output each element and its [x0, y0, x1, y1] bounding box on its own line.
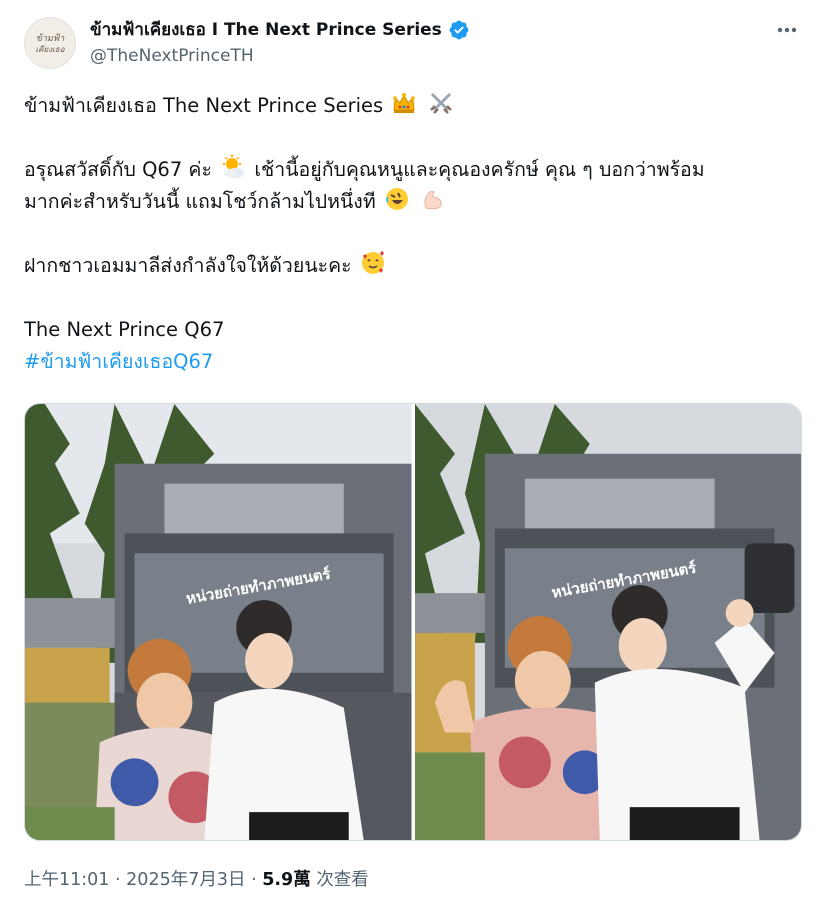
tweet-line: อรุณสวัสดิ์กับ Q67 ค่ะ เช้านี้อยู่กับคุณ…: [24, 154, 804, 186]
author-handle[interactable]: @TheNextPrinceTH: [90, 46, 254, 66]
sun-behind-cloud-emoji-icon: [223, 155, 245, 178]
rolling-laughing-emoji-icon: [385, 188, 408, 210]
media-grid: หน่วยถ่ายทำภาพยนตร์ หน่วยถ่ายทำภาพยนตร์: [24, 403, 802, 841]
tweet-text: ข้ามฟ้าเคียงเธอ The Next Prince Series อ…: [24, 90, 804, 378]
tweet-line: มากค่ะสำหรับวันนี้ แถมโชว์กล้ามไปหนึ่งที: [24, 186, 804, 218]
avatar[interactable]: ข้ามฟ้า เคียงเธอ: [24, 17, 76, 69]
avatar-logo: ข้ามฟ้า เคียงเธอ: [35, 33, 66, 54]
tweet-meta: 上午11:01 · 2025年7月3日 · 5.9萬 次查看: [24, 870, 369, 890]
views-count: 5.9萬: [262, 870, 311, 890]
photo-1[interactable]: หน่วยถ่ายทำภาพยนตร์: [25, 404, 412, 840]
tweet-time[interactable]: 上午11:01: [24, 870, 109, 890]
svg-text:เคียงเธอ: เคียงเธอ: [35, 45, 65, 54]
tweet-date[interactable]: 2025年7月3日: [126, 870, 245, 890]
smiling-hearts-emoji-icon: [361, 251, 384, 274]
crown-emoji-icon: [393, 93, 416, 113]
views-label: 次查看: [316, 870, 369, 890]
photo-2[interactable]: หน่วยถ่ายทำภาพยนตร์: [414, 404, 801, 840]
more-options-icon[interactable]: [775, 18, 799, 42]
tweet-line: ข้ามฟ้าเคียงเธอ The Next Prince Series: [24, 90, 804, 122]
display-name[interactable]: ข้ามฟ้าเคียงเธอ I The Next Prince Series: [90, 16, 442, 43]
tweet-line: The Next Prince Q67: [24, 318, 225, 341]
crossed-swords-emoji-icon: [429, 92, 452, 114]
flexed-biceps-emoji-icon: [424, 190, 442, 210]
author-name-row[interactable]: ข้ามฟ้าเคียงเธอ I The Next Prince Series: [90, 16, 470, 43]
tweet-line: ฝากชาวเอมมาลีส่งกำลังใจให้ด้วยนะคะ: [24, 250, 804, 282]
hashtag-link[interactable]: #ข้ามฟ้าเคียงเธอQ67: [24, 350, 213, 373]
svg-text:ข้ามฟ้า: ข้ามฟ้า: [36, 33, 66, 44]
verified-badge-icon[interactable]: [448, 19, 470, 41]
